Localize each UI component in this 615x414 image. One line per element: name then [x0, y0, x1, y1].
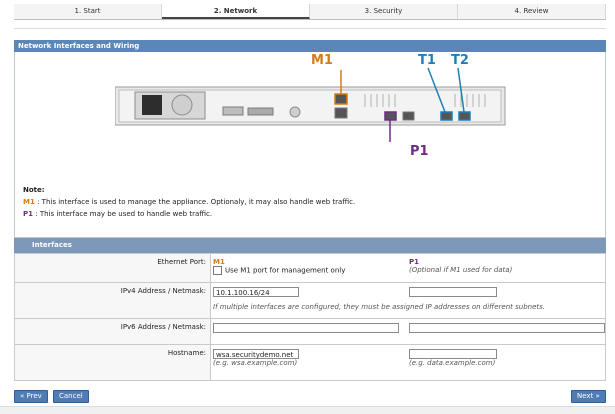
p1-label: P1 — [410, 144, 429, 159]
t2-label: T2 — [451, 53, 469, 68]
ethernet-label: Ethernet Port: — [15, 254, 211, 282]
hostname-p1-hint: (e.g. data.example.com) — [409, 359, 496, 367]
ipv6-label: IPv6 Address / Netmask: — [15, 319, 211, 344]
ipv4-p1-input[interactable] — [409, 287, 497, 297]
t1-label: T1 — [418, 53, 436, 68]
ethernet-m1: M1 — [213, 258, 225, 266]
section-title: Network Interfaces and Wiring — [14, 40, 606, 52]
appliance-rear-panel — [114, 67, 506, 142]
ipv4-label: IPv4 Address / Netmask: — [15, 283, 211, 318]
note-m1-text: : This interface is used to manage the a… — [37, 198, 356, 206]
ipv6-row: IPv6 Address / Netmask: — [15, 318, 605, 344]
note-p1-text: : This interface may be used to handle w… — [35, 210, 213, 218]
note-p1-tag: P1 — [23, 210, 34, 218]
tab-start[interactable]: 1. Start — [14, 4, 162, 19]
note-title: Note: — [23, 186, 45, 194]
interfaces-table: Ethernet Port: M1 Use M1 port for manage… — [14, 253, 606, 381]
ipv4-row: IPv4 Address / Netmask: 10.1.100.16/24 I… — [15, 282, 605, 318]
hostname-m1-input[interactable]: wsa.securitydemo.net — [213, 349, 299, 359]
ipv6-m1-input[interactable] — [213, 323, 399, 333]
note-m1-tag: M1 — [23, 198, 35, 206]
hostname-label: Hostname: — [15, 345, 211, 380]
note-block: Note: M1 : This interface is used to man… — [23, 184, 355, 220]
ethernet-row: Ethernet Port: M1 Use M1 port for manage… — [15, 253, 605, 282]
hostname-p1-input[interactable] — [409, 349, 497, 359]
ethernet-p1: P1 — [409, 258, 420, 266]
tab-network[interactable]: 2. Network — [162, 4, 310, 19]
wiring-panel: M1 T1 T2 P1 Note: M1 : This interface is… — [14, 52, 606, 238]
ipv4-m1-input[interactable]: 10.1.100.16/24 — [213, 287, 299, 297]
p1-optional-hint: (Optional if M1 used for data) — [409, 266, 513, 274]
m1-management-only-label: Use M1 port for management only — [225, 266, 346, 275]
hostname-row: Hostname: wsa.securitydemo.net (e.g. wsa… — [15, 344, 605, 380]
appliance-diagram: M1 T1 T2 P1 — [114, 52, 515, 172]
tab-security[interactable]: 3. Security — [310, 4, 458, 19]
wizard-steps: 1. Start 2. Network 3. Security 4. Revie… — [14, 4, 606, 20]
next-button[interactable]: Next » — [571, 390, 606, 403]
prev-button[interactable]: « Prev — [14, 390, 48, 403]
tab-review[interactable]: 4. Review — [458, 4, 606, 19]
divider — [14, 28, 606, 29]
m1-label: M1 — [311, 53, 333, 68]
cancel-button[interactable]: Cancel — [53, 390, 89, 403]
ipv4-hint: If multiple interfaces are configured, t… — [213, 303, 546, 311]
interfaces-header: Interfaces — [14, 238, 606, 253]
ipv6-p1-input[interactable] — [409, 323, 605, 333]
hostname-m1-hint: (e.g. wsa.example.com) — [213, 359, 298, 367]
m1-management-only-checkbox[interactable] — [213, 266, 222, 275]
